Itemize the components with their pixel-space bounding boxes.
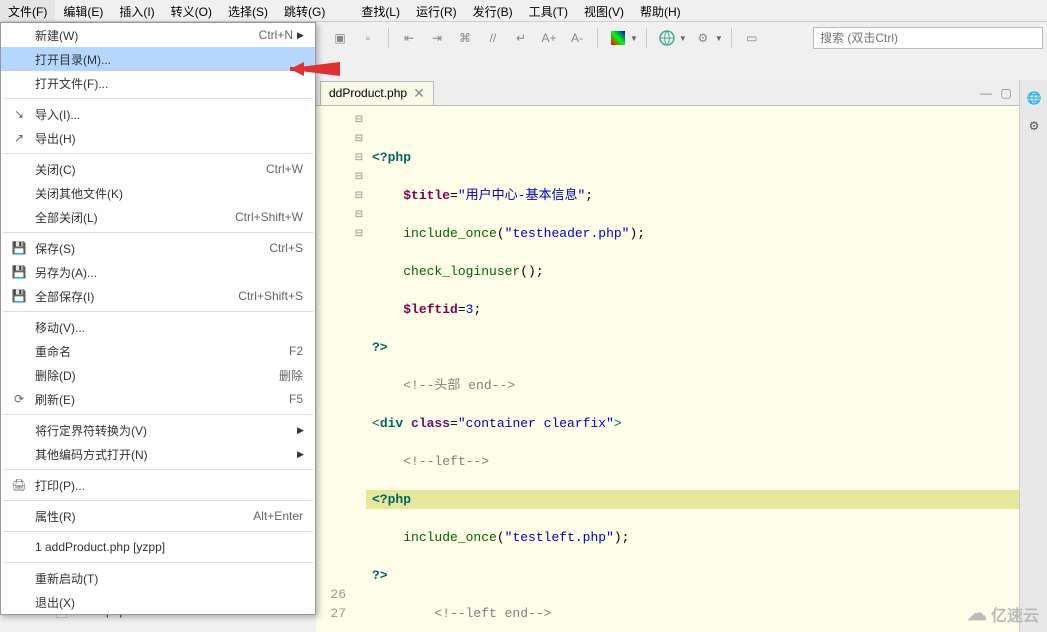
menu-restart[interactable]: 重新启动(T) xyxy=(1,566,315,590)
dropdown-caret-icon[interactable]: ▼ xyxy=(715,34,723,43)
menu-move[interactable]: 移动(V)... xyxy=(1,315,315,339)
menu-line-delim[interactable]: 将行定界符转换为(V)▶ xyxy=(1,418,315,442)
tool-font-dec-icon[interactable]: A- xyxy=(565,26,589,50)
menu-run[interactable]: 运行(R) xyxy=(408,0,465,21)
menu-new[interactable]: 新建(W)Ctrl+N▶ xyxy=(1,23,315,47)
menu-encoding[interactable]: 其他编码方式打开(N)▶ xyxy=(1,442,315,466)
menu-select[interactable]: 选择(S) xyxy=(220,0,276,21)
dropdown-caret-icon[interactable]: ▼ xyxy=(679,34,687,43)
search-input[interactable] xyxy=(813,27,1043,49)
tab-label: ddProduct.php xyxy=(329,86,407,100)
menu-separator xyxy=(3,98,313,99)
menu-recent-1[interactable]: 1 addProduct.php [yzpp] xyxy=(1,535,315,559)
tool-outdent-icon[interactable]: ⇤ xyxy=(397,26,421,50)
gear-icon[interactable]: ⚙ xyxy=(1020,112,1047,140)
tab-bar: ddProduct.php ✕ — ▢ xyxy=(316,80,1019,106)
menu-close-others[interactable]: 关闭其他文件(K) xyxy=(1,181,315,205)
tool-wrap-icon[interactable]: ↵ xyxy=(509,26,533,50)
menu-open-dir[interactable]: 打开目录(M)... xyxy=(1,47,315,71)
menu-separator xyxy=(3,469,313,470)
menu-print[interactable]: 🖨打印(P)... xyxy=(1,473,315,497)
menu-separator xyxy=(3,531,313,532)
menu-rename[interactable]: 重命名F2 xyxy=(1,339,315,363)
menu-help[interactable]: 帮助(H) xyxy=(632,0,689,21)
tool-preview-icon[interactable]: ▭ xyxy=(740,26,764,50)
tool-comment-icon[interactable]: // xyxy=(481,26,505,50)
tool-globe-icon[interactable] xyxy=(655,26,679,50)
menu-delete[interactable]: 删除(D)删除 xyxy=(1,363,315,387)
import-icon: ↘ xyxy=(9,106,29,122)
saveall-icon: 💾 xyxy=(9,288,29,304)
menu-separator xyxy=(3,414,313,415)
menu-refresh[interactable]: ⟳刷新(E)F5 xyxy=(1,387,315,411)
refresh-icon: ⟳ xyxy=(9,391,29,407)
menu-view[interactable]: 视图(V) xyxy=(576,0,632,21)
separator xyxy=(646,28,647,48)
menu-escape[interactable]: 转义(O) xyxy=(163,0,220,21)
saveas-icon: 💾 xyxy=(9,264,29,280)
menu-properties[interactable]: 属性(R)Alt+Enter xyxy=(1,504,315,528)
menu-separator xyxy=(3,500,313,501)
dropdown-caret-icon[interactable]: ▼ xyxy=(630,34,638,43)
tool-indent-icon[interactable]: ⇥ xyxy=(425,26,449,50)
editor-area: ddProduct.php ✕ — ▢ 2627 ⊟⊟⊟⊟⊟⊟⊟ <?php $… xyxy=(316,80,1019,632)
separator xyxy=(388,28,389,48)
code-editor[interactable]: <?php $title="用户中心-基本信息"; include_once("… xyxy=(366,106,1019,632)
export-icon: ↗ xyxy=(9,130,29,146)
menu-close-all[interactable]: 全部关闭(L)Ctrl+Shift+W xyxy=(1,205,315,229)
separator xyxy=(597,28,598,48)
menubar: 文件(F) 编辑(E) 插入(I) 转义(O) 选择(S) 跳转(G) 查找(L… xyxy=(0,0,1047,22)
menu-separator xyxy=(3,232,313,233)
menu-tools[interactable]: 工具(T) xyxy=(521,0,576,21)
tool-color-icon[interactable] xyxy=(606,26,630,50)
tool-terminal-icon[interactable]: ▣ xyxy=(328,26,352,50)
separator xyxy=(731,28,732,48)
annotation-arrow-icon xyxy=(290,59,340,79)
fold-gutter[interactable]: ⊟⊟⊟⊟⊟⊟⊟ xyxy=(352,106,366,632)
menu-save-all[interactable]: 💾全部保存(I)Ctrl+Shift+S xyxy=(1,284,315,308)
maximize-icon[interactable]: ▢ xyxy=(997,84,1015,102)
tool-font-inc-icon[interactable]: A+ xyxy=(537,26,561,50)
tool-stop-icon[interactable]: ▫ xyxy=(356,26,380,50)
minimize-icon[interactable]: — xyxy=(977,84,995,102)
menu-separator xyxy=(3,562,313,563)
print-icon: 🖨 xyxy=(9,477,29,493)
menu-exit[interactable]: 退出(X) xyxy=(1,590,315,614)
menu-edit[interactable]: 编辑(E) xyxy=(55,0,111,21)
menu-insert[interactable]: 插入(I) xyxy=(111,0,162,21)
menu-open-file[interactable]: 打开文件(F)... xyxy=(1,71,315,95)
menu-save[interactable]: 💾保存(S)Ctrl+S xyxy=(1,236,315,260)
globe-icon[interactable]: 🌐 xyxy=(1020,84,1047,112)
menu-separator xyxy=(3,311,313,312)
menu-import[interactable]: ↘导入(I)... xyxy=(1,102,315,126)
tool-gear-icon[interactable]: ⚙ xyxy=(691,26,715,50)
line-gutter: 2627 xyxy=(316,106,352,632)
tool-format-icon[interactable]: ⌘ xyxy=(453,26,477,50)
save-icon: 💾 xyxy=(9,240,29,256)
menu-file[interactable]: 文件(F) xyxy=(0,0,55,21)
right-sidebar: 🌐 ⚙ xyxy=(1019,80,1047,632)
file-menu: 新建(W)Ctrl+N▶ 打开目录(M)... 打开文件(F)... ↘导入(I… xyxy=(0,22,316,615)
menu-separator xyxy=(3,153,313,154)
menu-export[interactable]: ↗导出(H) xyxy=(1,126,315,150)
close-icon[interactable]: ✕ xyxy=(413,85,425,102)
search-box xyxy=(813,27,1043,49)
menu-goto[interactable]: 跳转(G) xyxy=(276,0,333,21)
editor-tab[interactable]: ddProduct.php ✕ xyxy=(320,81,434,105)
menu-close[interactable]: 关闭(C)Ctrl+W xyxy=(1,157,315,181)
menu-save-as[interactable]: 💾另存为(A)... xyxy=(1,260,315,284)
menu-find[interactable]: 查找(L) xyxy=(353,0,408,21)
menu-publish[interactable]: 发行(B) xyxy=(465,0,521,21)
